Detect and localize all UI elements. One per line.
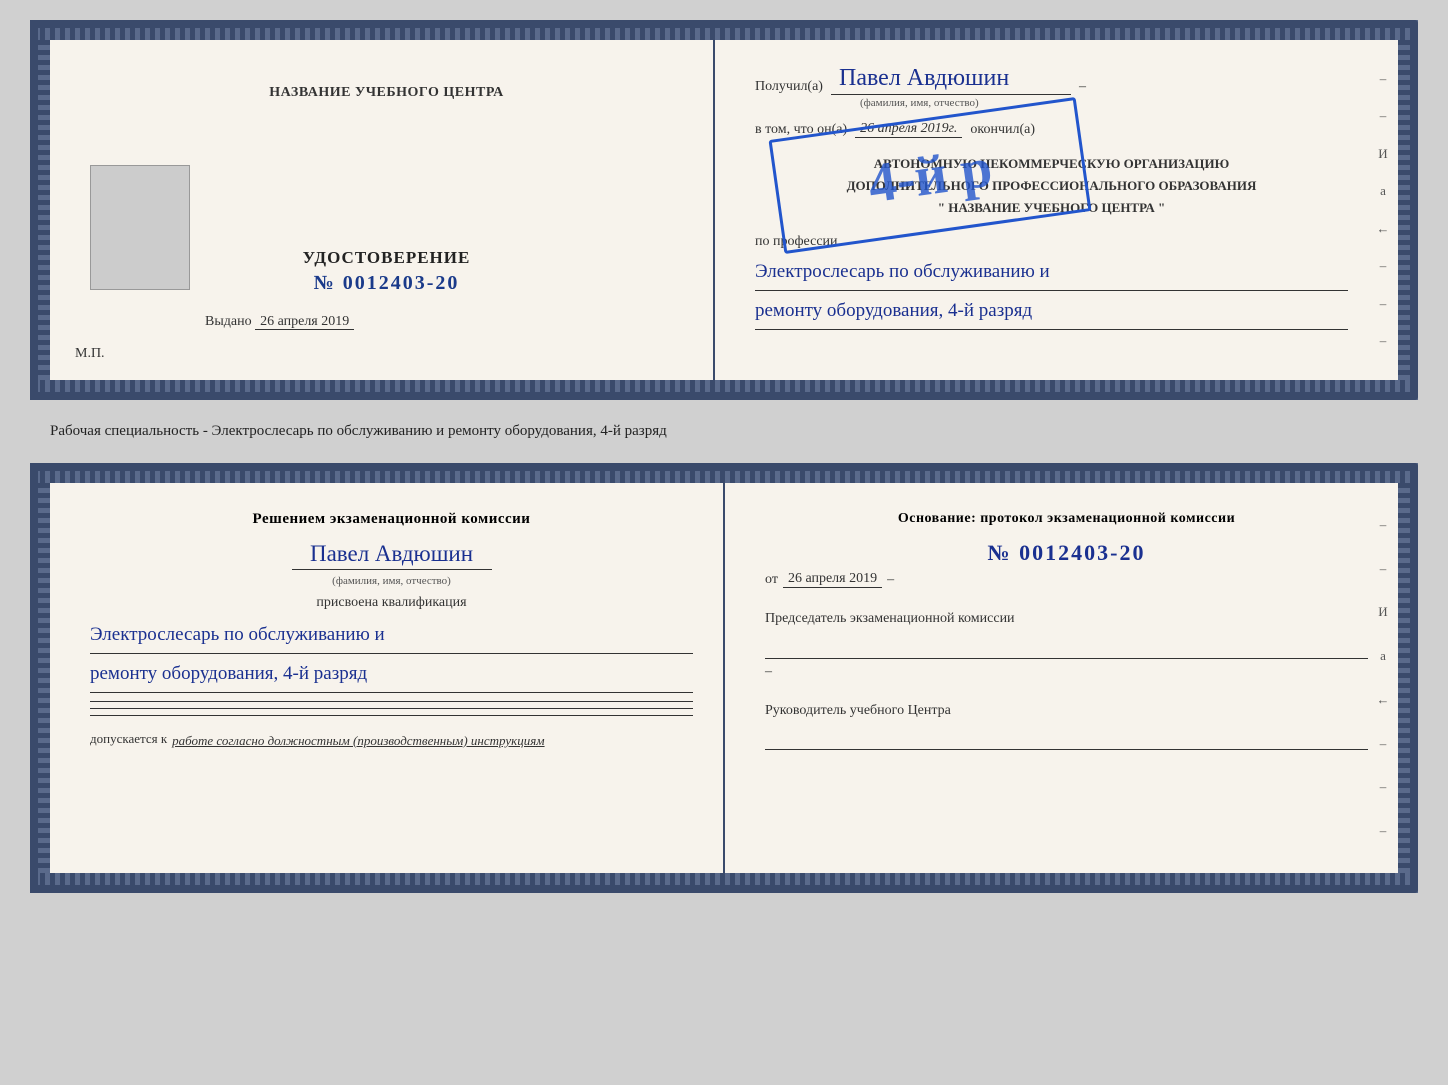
profession-line1: Электрослесарь по обслуживанию и	[755, 254, 1348, 291]
allowed-block: допускается к работе согласно должностны…	[90, 731, 693, 751]
head-block: Руководитель учебного Центра	[765, 700, 1368, 750]
allowed-value: работе согласно должностным (производств…	[172, 731, 544, 751]
center-title: НАЗВАНИЕ УЧЕБНОГО ЦЕНТРА	[269, 85, 503, 101]
qualification-label: присвоена квалификация	[90, 595, 693, 611]
issued-block: Выдано 26 апреля 2019	[205, 314, 354, 330]
profession-label: по профессии	[755, 234, 1348, 250]
bottom-person-name: Павел Авдюшин	[292, 541, 492, 570]
allowed-label: допускается к	[90, 731, 167, 747]
protocol-date: 26 апреля 2019	[783, 571, 882, 588]
photo-placeholder	[90, 165, 190, 290]
fio-subtitle-top: (фамилия, имя, отчество)	[860, 97, 1348, 109]
side-chars-bottom: – – И а ← – – –	[1373, 503, 1393, 853]
bottom-person-block: Павел Авдюшин	[90, 541, 693, 570]
qual-line1: Электрослесарь по обслуживанию и	[90, 617, 693, 654]
chairman-sig-line	[765, 639, 1368, 659]
bottom-fio-subtitle: (фамилия, имя, отчество)	[90, 575, 693, 587]
side-chars: – – И а ← – – –	[1373, 60, 1393, 360]
recipient-name: Павел Авдюшин	[831, 65, 1071, 95]
issued-label: Выдано	[205, 314, 252, 329]
recipient-label: Получил(а)	[755, 79, 823, 95]
qual-line2: ремонту оборудования, 4-й разряд	[90, 656, 693, 693]
protocol-number: № 0012403-20	[765, 540, 1368, 566]
org-block: АВТОНОМНУЮ НЕКОММЕРЧЕСКУЮ ОРГАНИЗАЦИЮ ДО…	[755, 148, 1348, 224]
basis-title: Основание: протокол экзаменационной коми…	[765, 508, 1368, 530]
protocol-date-label: от	[765, 572, 778, 588]
decision-title: Решением экзаменационной комиссии	[90, 508, 693, 531]
bottom-right: – – И а ← – – – Основание: протокол экза…	[725, 483, 1398, 873]
profession-line2: ремонту оборудования, 4-й разряд	[755, 293, 1348, 330]
in-that-line: в том, что он(а) 26 апреля 2019г. окончи…	[755, 121, 1348, 138]
subtitle-text: Рабочая специальность - Электрослесарь п…	[20, 418, 1428, 445]
cert-number: № 0012403-20	[303, 272, 471, 295]
head-label: Руководитель учебного Центра	[765, 700, 1368, 722]
chairman-label: Председатель экзаменационной комиссии	[765, 608, 1368, 630]
issued-date: 26 апреля 2019	[255, 314, 354, 330]
mp-label: М.П.	[75, 346, 105, 362]
protocol-date-block: от 26 апреля 2019 –	[765, 571, 1368, 588]
head-sig-line	[765, 730, 1368, 750]
cert-label: УДОСТОВЕРЕНИЕ	[303, 248, 471, 268]
bottom-left: Решением экзаменационной комиссии Павел …	[50, 483, 725, 873]
recipient-line: Получил(а) Павел Авдюшин –	[755, 65, 1348, 95]
cert-number-block: УДОСТОВЕРЕНИЕ № 0012403-20	[303, 248, 471, 295]
chairman-block: Председатель экзаменационной комиссии –	[765, 608, 1368, 679]
